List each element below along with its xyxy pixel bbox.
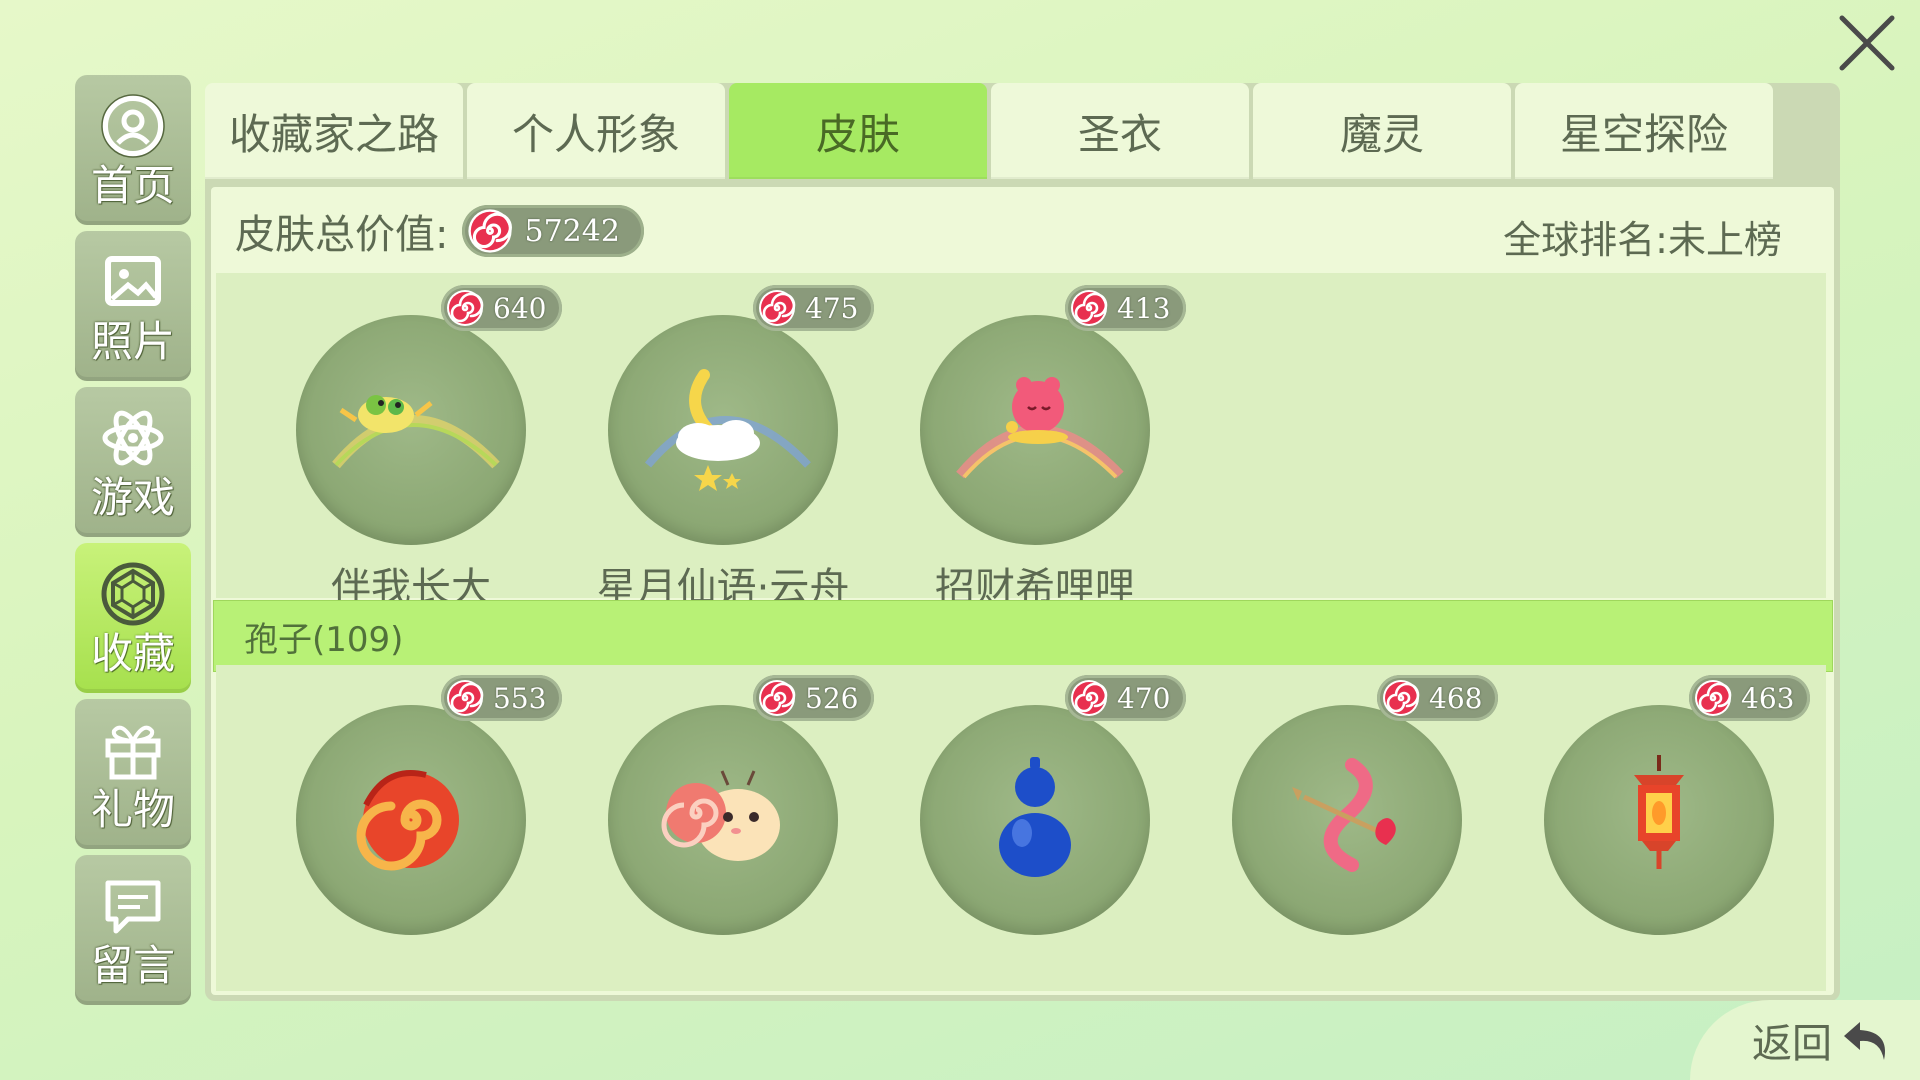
global-ranking: 全球排名:未上榜 [1503,209,1782,264]
atom-icon [98,403,168,473]
spore-grid: 553 526 470 468 463 [216,665,1826,991]
back-button[interactable]: 返回 [1690,1000,1920,1080]
candy-coin-icon [759,680,796,716]
candy-coin-icon [468,209,513,253]
price-value: 475 [805,291,859,325]
tab-collector-road[interactable]: 收藏家之路 [205,83,463,179]
skin-total-value: 皮肤总价值: 57242 [235,197,644,265]
return-arrow-icon [1844,1022,1885,1060]
candy-coin-icon [759,290,796,326]
price-badge: 470 [1065,675,1187,721]
price-badge: 463 [1689,675,1811,721]
sidebar-item-label: 收藏 [90,629,175,678]
price-value: 413 [1117,291,1171,325]
sidebar-item-label: 礼物 [90,785,175,834]
close-icon [1839,15,1895,71]
sidebar-item-home[interactable]: 首页 [75,75,191,225]
skin-total-label: 皮肤总价值: [235,212,449,258]
price-badge: 526 [753,675,875,721]
candy-coin-icon [447,680,484,716]
candy-coin-icon [1383,680,1420,716]
sidebar-item-label: 首页 [90,161,175,210]
price-value: 470 [1117,681,1171,715]
section-header-spores[interactable]: 孢子(109) [213,600,1833,672]
moon-cloud-boat-skin-icon [608,315,838,545]
sidebar-item-collection[interactable]: 收藏 [75,543,191,693]
sidebar-item-label: 照片 [90,317,175,366]
price-value: 468 [1429,681,1483,715]
section-label: 孢子(109) [244,619,404,660]
candy-coin-icon [447,290,484,326]
gem-icon [98,559,168,629]
blue-gourd-spore-icon [920,705,1150,935]
ranking-value: 未上榜 [1667,218,1782,262]
collection-panel: 收藏家之路 个人形象 皮肤 圣衣 魔灵 星空探险 皮肤总价值: 57242 全球… [205,83,1840,1001]
total-value: 57242 [524,213,620,249]
tab-personal-image[interactable]: 个人形象 [467,83,725,179]
sidebar-item-label: 游戏 [90,473,175,522]
candy-coin-icon [1071,290,1108,326]
tab-bar: 收藏家之路 个人形象 皮肤 圣衣 魔灵 星空探险 [205,83,1777,183]
photo-icon [98,247,168,317]
gift-icon [98,715,168,785]
lucky-pink-creature-skin-icon [920,315,1150,545]
price-value: 640 [493,291,547,325]
sidebar-item-photo[interactable]: 照片 [75,231,191,381]
ranking-label: 全球排名: [1503,218,1668,262]
price-badge: 553 [441,675,563,721]
close-button[interactable] [1832,8,1902,78]
snail-spore-icon [608,705,838,935]
message-icon [98,871,168,941]
home-user-icon [98,91,168,161]
price-badge: 413 [1065,285,1187,331]
sidebar-item-label: 留言 [90,941,175,990]
tab-demon-spirit[interactable]: 魔灵 [1253,83,1511,179]
price-badge: 475 [753,285,875,331]
fire-swirl-spore-icon [296,705,526,935]
tab-content: 皮肤总价值: 57242 全球排名:未上榜 640 伴我长大 475 星月仙语·… [211,187,1834,995]
price-badge: 640 [441,285,563,331]
cupid-arrow-spore-icon [1232,705,1462,935]
sidebar-item-message[interactable]: 留言 [75,855,191,1005]
candy-coin-icon [1695,680,1732,716]
sidebar-item-gift[interactable]: 礼物 [75,699,191,849]
price-value: 553 [493,681,547,715]
skin-grid: 640 伴我长大 475 星月仙语·云舟 413 招财希哩哩 [216,273,1826,611]
price-value: 463 [1741,681,1795,715]
sidebar: 首页 照片 游戏 收藏 礼物 留言 [75,75,191,1011]
back-label: 返回 [1752,1021,1832,1067]
candy-coin-icon [1071,680,1108,716]
grow-with-me-skin-icon [296,315,526,545]
sidebar-item-game[interactable]: 游戏 [75,387,191,537]
price-badge: 468 [1377,675,1499,721]
tab-star-exploration[interactable]: 星空探险 [1515,83,1773,179]
lantern-spore-icon [1544,705,1774,935]
total-value-badge: 57242 [462,205,644,257]
tab-skins[interactable]: 皮肤 [729,83,987,179]
tab-holy-armor[interactable]: 圣衣 [991,83,1249,179]
price-value: 526 [805,681,859,715]
